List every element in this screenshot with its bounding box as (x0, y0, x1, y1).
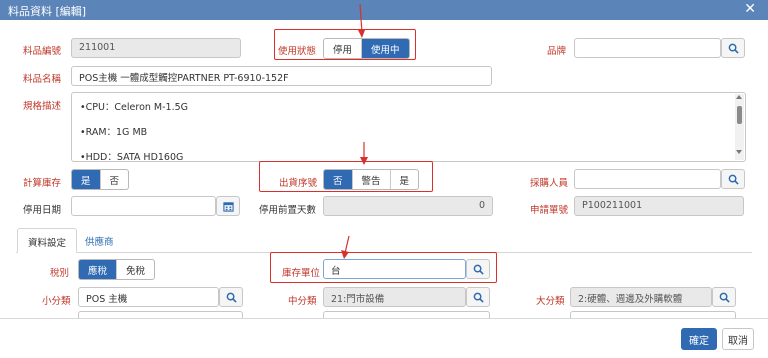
search-icon (728, 43, 739, 54)
item-name-input[interactable]: POS主機 一體成型觸控PARTNER PT-6910-152F (71, 66, 492, 86)
main-category-search-button[interactable] (712, 287, 736, 307)
count-stock-option-yes[interactable]: 是 (72, 170, 101, 189)
spec-line: •RAM：1G MB (80, 127, 148, 138)
tab-divider (16, 252, 752, 253)
mid-category-field: 21:門市設備 (323, 287, 466, 307)
scroll-up-icon[interactable] (736, 95, 742, 99)
search-icon (728, 174, 739, 185)
stock-unit-search-button[interactable] (466, 259, 490, 279)
brand-label: 品牌 (547, 46, 567, 57)
stock-unit-input[interactable]: 台 (323, 259, 466, 279)
pre-disable-days-field: 0 (323, 196, 493, 216)
buyer-search-button[interactable] (721, 169, 745, 189)
tax-toggle: 應稅 免稅 (78, 259, 156, 280)
mid-category-search-button[interactable] (466, 287, 490, 307)
search-icon (719, 292, 730, 303)
tab-bar: 資料設定 供應商 (0, 228, 768, 253)
serial-option-yes[interactable]: 是 (391, 170, 419, 189)
mid-category-label: 中分類 (288, 296, 317, 307)
serial-toggle: 否 警告 是 (323, 169, 420, 190)
spec-textarea[interactable]: •CPU：Celeron M-1.5G •RAM：1G MB •HDD：SATA… (71, 92, 746, 162)
dialog-footer: 確定 取消 (0, 318, 768, 358)
main-category-label: 大分類 (536, 296, 565, 307)
brand-input[interactable] (574, 38, 721, 58)
spec-label: 規格描述 (23, 101, 62, 112)
search-icon (473, 264, 484, 275)
request-no-label: 申請單號 (530, 205, 569, 216)
search-icon (473, 292, 484, 303)
brand-search-button[interactable] (721, 38, 745, 58)
spec-scrollbar[interactable] (735, 94, 744, 160)
buyer-input[interactable] (574, 169, 721, 189)
status-option-active[interactable]: 使用中 (362, 39, 409, 58)
serial-option-no[interactable]: 否 (324, 170, 353, 189)
serial-option-warn[interactable]: 警告 (353, 170, 391, 189)
dialog-title: 料品資料 [編輯] (8, 5, 87, 18)
buyer-label: 採購人員 (530, 178, 569, 189)
request-no-field: P100211001 (574, 196, 744, 216)
sub-category-search-button[interactable] (219, 287, 243, 307)
calendar-button[interactable] (216, 196, 240, 216)
disable-date-input[interactable] (71, 196, 216, 216)
spec-line: •HDD：SATA HD160G (80, 152, 184, 162)
disable-date-label: 停用日期 (23, 205, 62, 216)
cancel-button[interactable]: 取消 (722, 328, 754, 350)
dialog-title-bar: 料品資料 [編輯] ✕ (0, 0, 768, 20)
tax-label: 稅別 (50, 268, 70, 279)
tab-data-settings[interactable]: 資料設定 (17, 228, 78, 253)
scroll-thumb[interactable] (737, 106, 742, 124)
scroll-down-icon[interactable] (736, 150, 742, 154)
item-no-label: 料品編號 (23, 46, 62, 57)
spec-line: •CPU：Celeron M-1.5G (80, 102, 189, 113)
tax-option-taxable[interactable]: 應稅 (79, 260, 118, 279)
confirm-button[interactable]: 確定 (681, 328, 717, 350)
status-option-disabled[interactable]: 停用 (324, 39, 363, 58)
stock-unit-label: 庫存單位 (282, 268, 321, 279)
search-icon (226, 292, 237, 303)
sub-category-label: 小分類 (42, 296, 71, 307)
count-stock-option-no[interactable]: 否 (101, 170, 129, 189)
calendar-icon (222, 201, 234, 212)
tax-option-exempt[interactable]: 免稅 (117, 260, 154, 279)
serial-label: 出貨序號 (279, 178, 318, 189)
status-label: 使用狀態 (278, 46, 317, 57)
item-no-field: 211001 (71, 38, 241, 58)
close-icon[interactable]: ✕ (744, 1, 756, 17)
item-name-label: 料品名稱 (23, 74, 62, 85)
count-stock-label: 計算庫存 (23, 178, 62, 189)
status-toggle: 停用 使用中 (323, 38, 410, 59)
pre-disable-days-label: 停用前置天數 (259, 205, 317, 216)
main-category-field: 2:硬體、週邊及外購軟體 (570, 287, 712, 307)
sub-category-input[interactable]: POS 主機 (78, 287, 219, 307)
count-stock-toggle: 是 否 (71, 169, 130, 190)
tab-suppliers[interactable]: 供應商 (75, 228, 124, 253)
